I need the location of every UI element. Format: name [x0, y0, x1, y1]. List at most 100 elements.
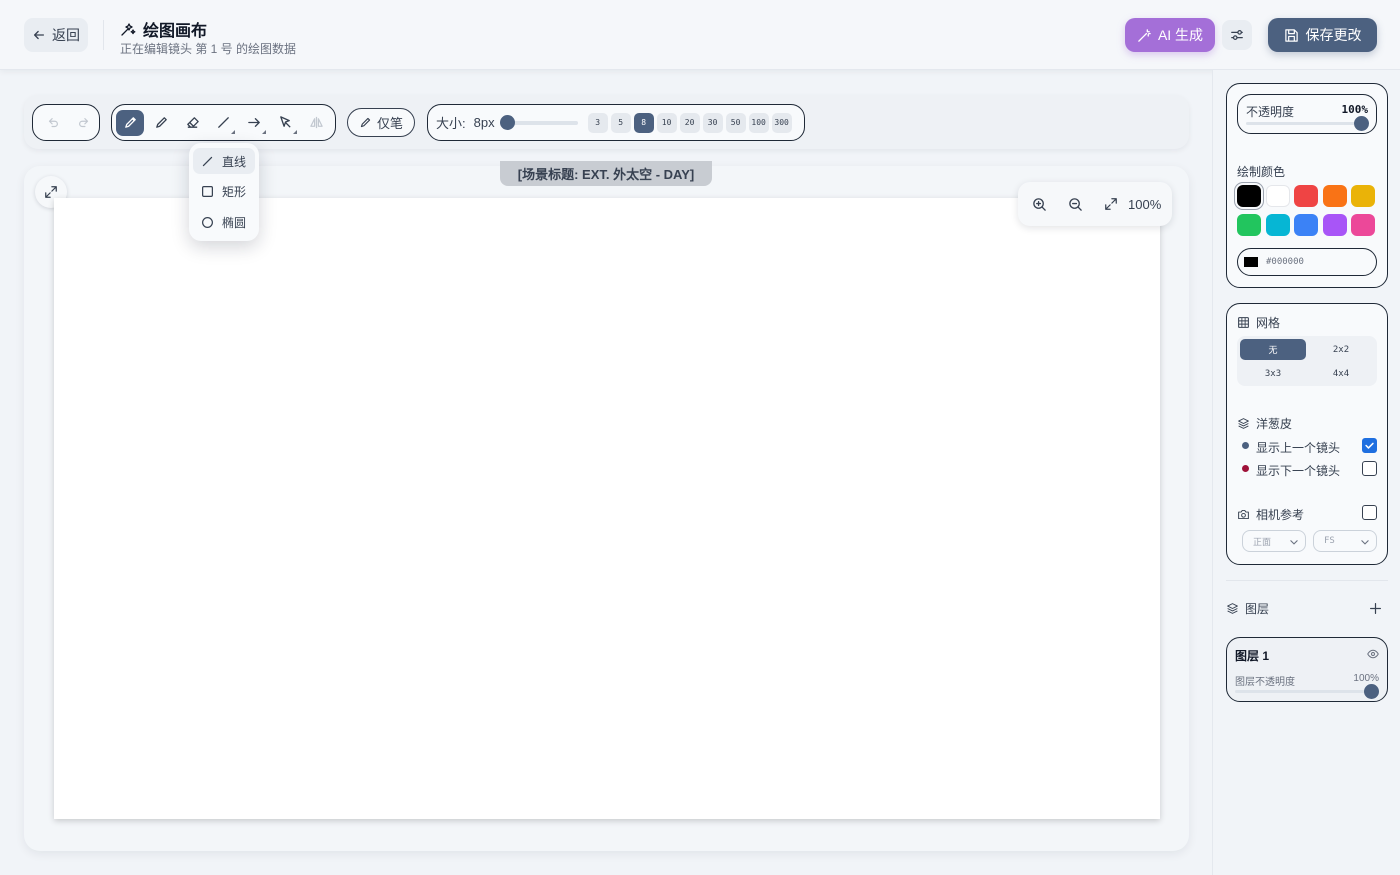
show-next-checkbox[interactable]	[1362, 461, 1377, 476]
shape-option-ellipse[interactable]: 椭圆	[193, 209, 255, 235]
submenu-indicator	[231, 129, 235, 134]
back-label: 返回	[52, 27, 80, 43]
redo-button[interactable]	[70, 110, 98, 136]
size-presets: 3 5 8 10 20 30 50 100 300	[582, 112, 792, 133]
opacity-slider-thumb[interactable]	[1354, 116, 1369, 131]
hex-color-input[interactable]: #000000	[1237, 248, 1377, 276]
opacity-label: 不透明度	[1246, 105, 1295, 119]
color-swatch[interactable]	[1351, 214, 1375, 236]
plus-icon	[1369, 602, 1381, 614]
shape-option-label: 直线	[222, 154, 247, 169]
arrow-left-icon	[33, 30, 45, 40]
size-label: 大小:	[436, 116, 466, 131]
drawing-toolbar: 仅笔 大小: 8px 3 5 8 10 20 30 50 100 300	[24, 95, 1189, 149]
onion-skin-label: 洋葱皮	[1256, 417, 1293, 431]
pencil-icon	[360, 117, 371, 128]
size-preset-8[interactable]: 8	[633, 112, 654, 133]
color-swatch[interactable]	[1351, 185, 1375, 207]
grid-label: 网格	[1256, 316, 1281, 330]
size-preset-20[interactable]: 20	[679, 112, 700, 133]
ai-generate-button[interactable]: AI 生成	[1125, 18, 1215, 52]
page-subtitle: 正在编辑镜头 第 1 号 的绘图数据	[120, 42, 297, 56]
eye-icon	[1367, 649, 1379, 659]
square-icon	[202, 185, 213, 197]
pen-only-toggle[interactable]: 仅笔	[347, 108, 415, 137]
pencil-tool[interactable]	[147, 110, 175, 136]
eraser-icon	[186, 117, 199, 128]
layer-visibility-toggle[interactable]	[1367, 647, 1379, 665]
chevron-down-icon	[1361, 540, 1369, 545]
expand-icon	[1105, 198, 1117, 210]
camera-ref-checkbox[interactable]	[1362, 505, 1377, 520]
size-preset-300[interactable]: 300	[771, 112, 792, 133]
grid-option-4x4[interactable]: 4x4	[1308, 363, 1374, 384]
color-swatch[interactable]	[1237, 214, 1261, 236]
draw-color-label: 绘制颜色	[1237, 165, 1286, 179]
shape-option-label: 矩形	[222, 184, 247, 199]
color-swatch[interactable]	[1294, 214, 1318, 236]
shape-option-rectangle[interactable]: 矩形	[193, 178, 255, 204]
size-preset-10[interactable]: 10	[656, 112, 677, 133]
camera-angle-select[interactable]: 正面	[1242, 530, 1306, 552]
draw-color-title: 绘制颜色	[1237, 163, 1285, 180]
select-tool[interactable]	[271, 110, 299, 136]
color-swatch[interactable]	[1294, 185, 1318, 207]
opacity-value: 100%	[1341, 103, 1369, 116]
line-tool[interactable]	[209, 110, 237, 136]
save-button[interactable]: 保存更改	[1268, 18, 1377, 52]
flip-tool[interactable]	[302, 110, 330, 136]
drawing-canvas[interactable]	[54, 198, 1160, 819]
show-prev-checkbox[interactable]	[1362, 438, 1377, 453]
current-color-preview	[1244, 257, 1258, 267]
layer-opacity-slider-thumb[interactable]	[1364, 684, 1379, 699]
check-icon	[1365, 442, 1374, 449]
color-swatch[interactable]	[1322, 214, 1347, 236]
eraser-tool[interactable]	[178, 110, 206, 136]
zoom-level: 100%	[1128, 196, 1162, 212]
size-preset-50[interactable]: 50	[725, 112, 746, 133]
grid-option-2x2[interactable]: 2x2	[1308, 339, 1374, 360]
brush-tool[interactable]	[116, 109, 144, 136]
zoom-out-button[interactable]	[1062, 191, 1088, 217]
sidebar-divider	[1226, 580, 1388, 581]
shape-option-line[interactable]: 直线	[193, 148, 255, 174]
next-shot-color-dot	[1242, 465, 1249, 472]
size-preset-30[interactable]: 30	[702, 112, 723, 133]
undo-button[interactable]	[39, 110, 67, 136]
shape-menu: 直线 矩形 椭圆	[189, 143, 259, 241]
size-slider[interactable]	[499, 114, 578, 130]
layer-opacity-slider[interactable]	[1235, 690, 1375, 693]
color-swatch[interactable]	[1265, 185, 1290, 207]
camera-ref-label: 相机参考	[1256, 508, 1305, 522]
camera-shot-select[interactable]: FS	[1313, 530, 1377, 552]
color-swatch[interactable]	[1322, 185, 1347, 207]
grid-icon	[1238, 317, 1249, 328]
save-icon	[1284, 28, 1298, 42]
color-swatch[interactable]	[1237, 185, 1261, 207]
add-layer-button[interactable]	[1364, 597, 1386, 619]
size-preset-100[interactable]: 100	[748, 112, 769, 133]
layer-opacity-value: 100%	[1353, 673, 1379, 684]
cursor-icon	[279, 116, 291, 128]
hex-color-value: #000000	[1266, 257, 1304, 267]
grid-option-none[interactable]: 无	[1240, 339, 1306, 360]
save-label: 保存更改	[1305, 27, 1362, 43]
line-icon	[202, 156, 213, 166]
settings-button[interactable]	[1222, 20, 1252, 50]
size-preset-3[interactable]: 3	[587, 112, 608, 133]
zoom-in-button[interactable]	[1026, 191, 1052, 217]
flip-icon	[309, 116, 323, 129]
grid-option-3x3[interactable]: 3x3	[1240, 363, 1306, 384]
prev-shot-color-dot	[1242, 442, 1249, 449]
size-slider-thumb[interactable]	[499, 114, 515, 130]
color-swatch[interactable]	[1265, 214, 1290, 236]
opacity-slider[interactable]	[1246, 122, 1366, 125]
arrow-tool[interactable]	[240, 110, 268, 136]
line-icon	[217, 117, 229, 128]
back-button[interactable]: 返回	[24, 18, 88, 52]
submenu-indicator	[293, 129, 297, 134]
layers-icon	[1238, 418, 1249, 429]
size-preset-5[interactable]: 5	[610, 112, 631, 133]
fit-to-screen-button[interactable]	[1098, 191, 1124, 217]
camera-shot-value: FS	[1324, 536, 1335, 546]
